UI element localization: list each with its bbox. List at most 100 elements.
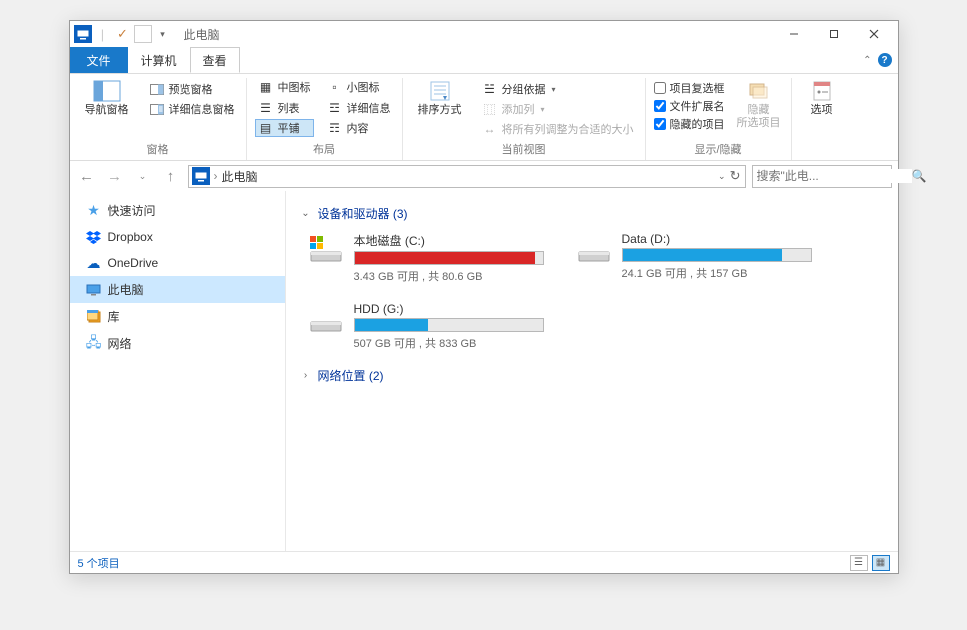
- forward-button[interactable]: →: [104, 165, 126, 187]
- dropbox-icon: [86, 229, 102, 245]
- content-icon: ☶: [327, 121, 343, 135]
- window-title: 此电脑: [184, 26, 220, 43]
- chevron-right-icon[interactable]: ›: [300, 370, 312, 381]
- list-icon: ☰: [258, 101, 274, 115]
- pc-icon: [86, 282, 102, 298]
- ribbon-group-showhide: 项目复选框 文件扩展名 隐藏的项目 隐藏所选项目 显示/隐藏: [646, 78, 792, 160]
- breadcrumb-location[interactable]: 此电脑: [222, 168, 258, 185]
- drive-icon: [308, 302, 344, 334]
- maximize-button[interactable]: [814, 21, 854, 47]
- options-button[interactable]: 选项: [800, 78, 844, 117]
- groupby-icon: ☱: [482, 82, 498, 96]
- address-bar: ← → ⌄ ↑ › 此电脑 ⌄ ↻ 🔍: [70, 161, 898, 191]
- explorer-window: | ✓ ▾ 此电脑 文件 计算机 查看 ⌃ ?: [69, 20, 899, 574]
- tiles-icon: ▤: [258, 121, 274, 135]
- content-pane: ⌄ 设备和驱动器 (3) 本地磁盘 (C:): [286, 191, 898, 551]
- group-devices[interactable]: ⌄ 设备和驱动器 (3): [300, 205, 888, 222]
- hide-button[interactable]: 隐藏所选项目: [735, 78, 783, 130]
- status-item-count: 5 个项目: [78, 555, 120, 571]
- minimize-button[interactable]: [774, 21, 814, 47]
- details-icon: ☲: [327, 101, 343, 115]
- pc-icon[interactable]: [74, 25, 92, 43]
- refresh-icon[interactable]: ↻: [730, 168, 741, 184]
- nav-this-pc[interactable]: 此电脑: [70, 276, 285, 303]
- nav-libraries[interactable]: 库: [70, 303, 285, 330]
- back-button[interactable]: ←: [76, 165, 98, 187]
- status-bar: 5 个项目 ☰ ▦: [70, 551, 898, 573]
- layout-content[interactable]: ☶内容: [324, 119, 394, 137]
- close-button[interactable]: [854, 21, 894, 47]
- breadcrumb[interactable]: › 此电脑 ⌄ ↻: [188, 165, 746, 188]
- layout-small-icons[interactable]: ▫小图标: [324, 78, 394, 96]
- properties-icon[interactable]: ✓: [114, 25, 132, 43]
- drive-d[interactable]: Data (D:) 24.1 GB 可用 , 共 157 GB: [576, 232, 816, 284]
- drive-g[interactable]: HDD (G:) 507 GB 可用 , 共 833 GB: [308, 302, 548, 351]
- group-network-locations[interactable]: › 网络位置 (2): [300, 367, 888, 384]
- qat-blank[interactable]: [134, 25, 152, 43]
- ribbon-group-layout: ▦中图标 ▫小图标 ☰列表 ☲详细信息 ▤平铺 ☶内容 布局: [247, 78, 403, 160]
- fitcolumns-button[interactable]: ↔将所有列调整为合适的大小: [479, 120, 637, 138]
- ribbon-group-currentview: 排序方式 ☱分组依据▾ ⿲添加列▾ ↔将所有列调整为合适的大小 当前视图: [403, 78, 646, 160]
- recent-dropdown-icon[interactable]: ⌄: [132, 165, 154, 187]
- qat-dropdown-icon[interactable]: ▾: [154, 25, 172, 43]
- search-icon[interactable]: 🔍: [912, 169, 927, 183]
- tab-computer[interactable]: 计算机: [128, 47, 190, 73]
- tab-view[interactable]: 查看: [190, 47, 240, 73]
- hide-icon: [743, 78, 775, 104]
- ribbon-tabstrip: 文件 计算机 查看 ⌃ ?: [70, 47, 898, 73]
- addcolumn-icon: ⿲: [482, 102, 498, 116]
- nav-pane-icon: [91, 78, 123, 104]
- library-icon: [86, 309, 102, 325]
- small-icons-icon: ▫: [327, 80, 343, 94]
- details-pane-button[interactable]: 详细信息窗格: [146, 100, 238, 118]
- details-view-icon[interactable]: ☰: [850, 555, 868, 571]
- options-icon: [806, 78, 838, 104]
- chk-item-checkboxes[interactable]: 项目复选框: [654, 80, 725, 96]
- addcolumn-button[interactable]: ⿲添加列▾: [479, 100, 637, 118]
- chk-hidden-items[interactable]: 隐藏的项目: [654, 116, 725, 132]
- nav-network[interactable]: 🖧网络: [70, 330, 285, 357]
- ribbon: 导航窗格 预览窗格 详细信息窗格 窗格 ▦中图标 ▫小图标 ☰列表 ☲详细信息 …: [70, 73, 898, 161]
- layout-medium-icons[interactable]: ▦中图标: [255, 78, 314, 96]
- onedrive-icon: ☁: [86, 255, 102, 271]
- drive-os-icon: [308, 232, 344, 264]
- layout-list[interactable]: ☰列表: [255, 99, 314, 117]
- capacity-bar: [354, 251, 544, 265]
- search-box[interactable]: 🔍: [752, 165, 892, 188]
- tile-view-icon[interactable]: ▦: [872, 555, 890, 571]
- search-input[interactable]: [757, 169, 912, 183]
- sort-button[interactable]: 排序方式: [411, 78, 469, 117]
- nav-pane: ★快速访问 Dropbox ☁OneDrive 此电脑 库 🖧网络: [70, 191, 286, 551]
- sort-icon: [424, 78, 456, 104]
- layout-details[interactable]: ☲详细信息: [324, 99, 394, 117]
- chevron-right-icon[interactable]: ›: [214, 169, 218, 183]
- nav-dropbox[interactable]: Dropbox: [70, 224, 285, 250]
- nav-quick-access[interactable]: ★快速访问: [70, 197, 285, 224]
- star-icon: ★: [86, 203, 102, 219]
- layout-tiles[interactable]: ▤平铺: [255, 119, 314, 137]
- up-button[interactable]: ↑: [160, 165, 182, 187]
- preview-pane-icon: [149, 82, 165, 96]
- tab-file[interactable]: 文件: [70, 47, 128, 73]
- groupby-button[interactable]: ☱分组依据▾: [479, 80, 637, 98]
- qat-separator: |: [94, 25, 112, 43]
- drives-list: 本地磁盘 (C:) 3.43 GB 可用 , 共 80.6 GB Data (D…: [308, 232, 888, 351]
- chevron-down-icon[interactable]: ⌄: [300, 208, 312, 219]
- titlebar: | ✓ ▾ 此电脑: [70, 21, 898, 47]
- address-dropdown-icon[interactable]: ⌄: [718, 171, 726, 182]
- fitcolumns-icon: ↔: [482, 122, 498, 136]
- pc-location-icon: [192, 167, 210, 185]
- drive-c[interactable]: 本地磁盘 (C:) 3.43 GB 可用 , 共 80.6 GB: [308, 232, 548, 284]
- nav-pane-button[interactable]: 导航窗格: [78, 78, 136, 117]
- help-icon[interactable]: ?: [878, 53, 892, 67]
- ribbon-group-panes: 导航窗格 预览窗格 详细信息窗格 窗格: [70, 78, 247, 160]
- body: ★快速访问 Dropbox ☁OneDrive 此电脑 库 🖧网络 ⌄ 设备和驱…: [70, 191, 898, 551]
- nav-onedrive[interactable]: ☁OneDrive: [70, 250, 285, 276]
- network-icon: 🖧: [86, 336, 102, 352]
- chk-file-extensions[interactable]: 文件扩展名: [654, 98, 725, 114]
- quick-access-toolbar: | ✓ ▾: [74, 25, 172, 43]
- ribbon-group-options: 选项: [792, 78, 852, 160]
- view-switcher: ☰ ▦: [850, 555, 890, 571]
- collapse-ribbon-icon[interactable]: ⌃: [863, 55, 871, 66]
- preview-pane-button[interactable]: 预览窗格: [146, 80, 238, 98]
